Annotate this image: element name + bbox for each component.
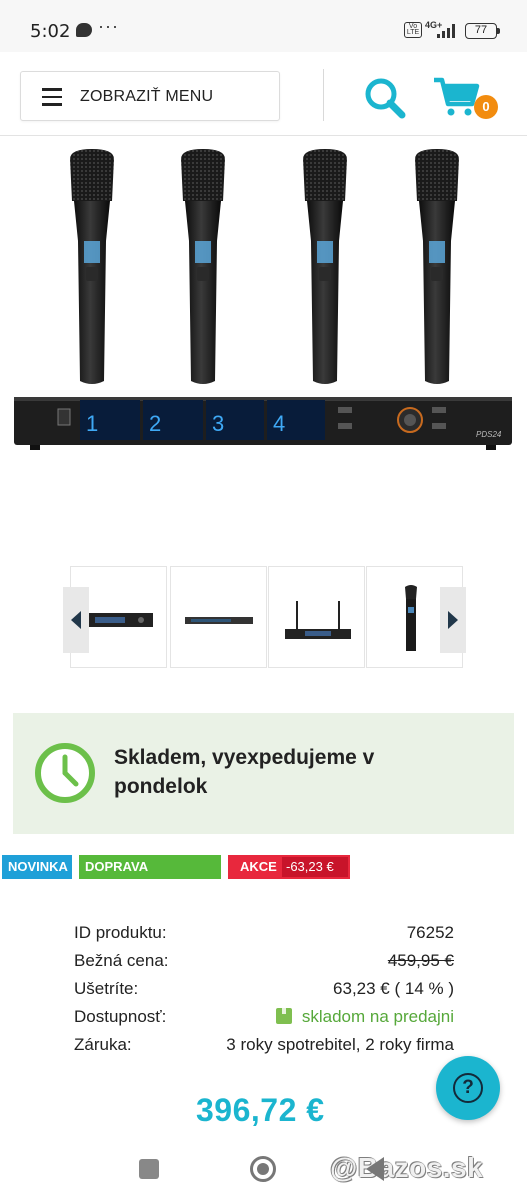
info-label: Dostupnosť: — [74, 1007, 167, 1026]
info-row-savings: Ušetríte: 63,23 € ( 14 % ) — [74, 979, 454, 1007]
show-menu-button[interactable]: ZOBRAZIŤ MENU — [20, 71, 280, 121]
info-label: Záruka: — [74, 1035, 132, 1054]
badge-sale-label: AKCE — [240, 859, 277, 874]
channel-number-4: 4 — [273, 411, 285, 436]
status-time: 5:02 — [30, 21, 71, 42]
model-label: PDS24 — [476, 430, 502, 439]
stock-status-box: Skladem, vyexpedujeme v pondelok — [13, 713, 514, 834]
microphone-3 — [303, 149, 347, 384]
thumbnail-carousel — [68, 566, 464, 670]
chevron-left-icon — [71, 611, 81, 629]
back-icon[interactable] — [366, 1157, 384, 1181]
site-header: ZOBRAZIŤ MENU 0 — [0, 52, 527, 136]
clock-icon — [35, 743, 95, 803]
stock-message: Skladem, vyexpedujeme v pondelok — [114, 746, 375, 798]
badge-sale: AKCE -63,23 € — [228, 855, 350, 879]
android-nav-bar: @Bazos.sk — [0, 1140, 527, 1200]
info-value: 63,23 € ( 14 % ) — [333, 979, 454, 998]
package-icon — [275, 1008, 292, 1024]
carousel-next-button[interactable] — [440, 587, 466, 653]
chevron-right-icon — [448, 611, 458, 629]
message-notification-icon — [76, 23, 92, 37]
thumbnail-3[interactable] — [268, 566, 365, 668]
signal-icon — [437, 24, 457, 38]
question-icon: ? — [453, 1073, 483, 1103]
microphone-1 — [70, 149, 114, 384]
info-row-availability: Dostupnosť: skladom na predajni — [74, 1007, 454, 1035]
info-label: Bežná cena: — [74, 951, 169, 970]
thumbnail-2[interactable] — [170, 566, 267, 668]
channel-number-2: 2 — [149, 411, 161, 436]
info-row-regular-price: Bežná cena: 459,95 € — [74, 951, 454, 979]
hamburger-icon — [42, 88, 62, 106]
more-notifications-icon: ··· — [98, 16, 119, 36]
badge-new: NOVINKA — [2, 855, 72, 879]
menu-button-label: ZOBRAZIŤ MENU — [80, 88, 214, 105]
header-divider — [323, 69, 324, 121]
volte-icon: Vo LTE — [404, 22, 422, 38]
battery-icon: 77 — [465, 23, 497, 39]
watermark: @Bazos.sk — [330, 1152, 484, 1183]
info-label: Ušetríte: — [74, 979, 139, 998]
info-row-product-id: ID produktu: 76252 — [74, 923, 454, 951]
status-bar: 5:02 ··· Vo LTE 4G+ 77 — [0, 0, 527, 52]
cart-count-badge: 0 — [474, 95, 498, 119]
microphone-4 — [415, 149, 459, 384]
info-value-strikethrough: 459,95 € — [387, 951, 454, 970]
channel-number-1: 1 — [86, 411, 98, 436]
info-label: ID produktu: — [74, 923, 167, 942]
badge-sale-amount: -63,23 € — [282, 857, 348, 877]
product-main-image[interactable]: 1 2 3 4 PDS24 — [0, 137, 527, 547]
search-icon[interactable] — [363, 76, 407, 120]
info-value: 3 roky spotrebitel, 2 roky firma — [226, 1035, 454, 1054]
availability-value[interactable]: skladom na predajni — [275, 1007, 454, 1027]
badge-free-shipping: DOPRAVA ZADARMO — [79, 855, 221, 898]
channel-number-3: 3 — [212, 411, 224, 436]
recent-apps-icon[interactable] — [139, 1159, 159, 1179]
cart-icon[interactable] — [432, 74, 480, 118]
product-price: 396,72 € — [196, 1092, 325, 1128]
help-button[interactable]: ? — [436, 1056, 500, 1120]
home-icon[interactable] — [250, 1156, 276, 1182]
microphone-2 — [181, 149, 225, 384]
battery-tip — [497, 28, 500, 34]
info-row-warranty: Záruka: 3 roky spotrebitel, 2 roky firma — [74, 1035, 454, 1063]
carousel-prev-button[interactable] — [63, 587, 89, 653]
info-value: 76252 — [406, 923, 454, 942]
availability-text: skladom na predajni — [301, 1007, 454, 1026]
